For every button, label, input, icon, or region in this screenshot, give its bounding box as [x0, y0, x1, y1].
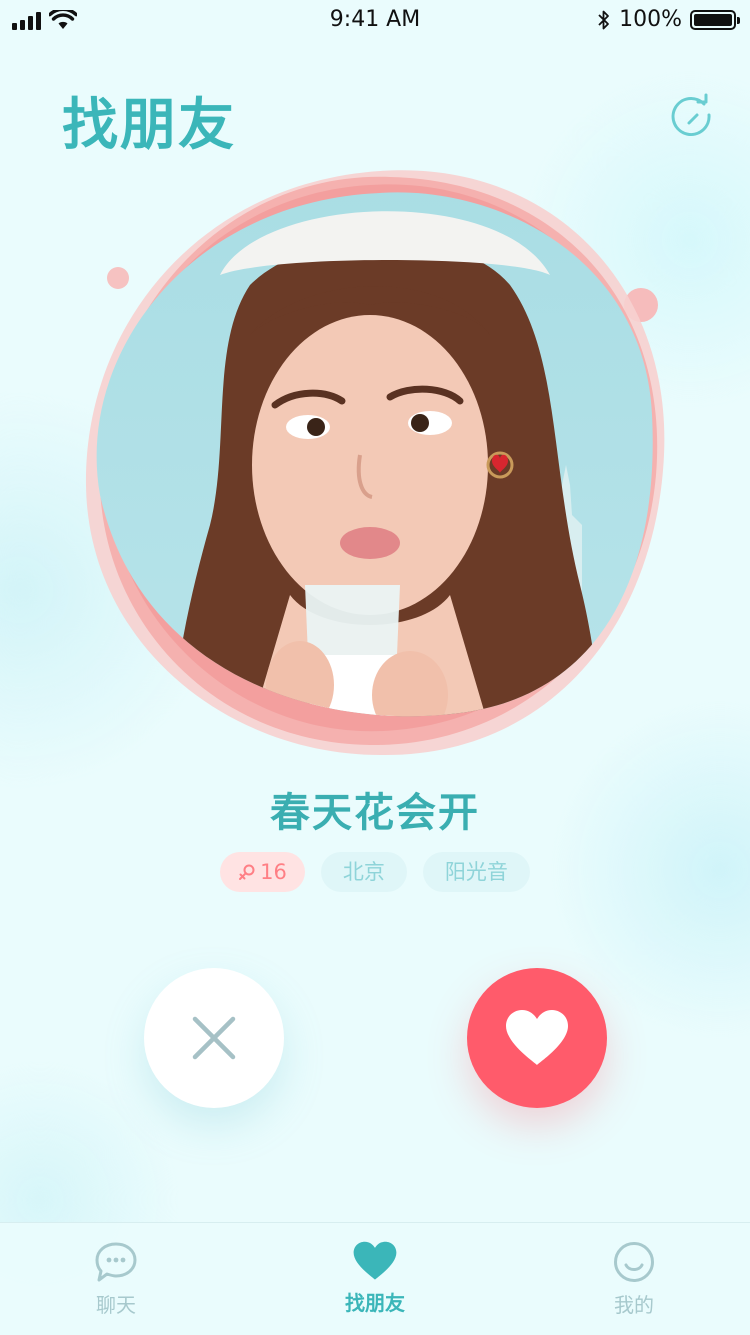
tab-bar: 聊天 找朋友 我的: [0, 1222, 750, 1335]
like-button[interactable]: [467, 968, 607, 1108]
profile-name: 春天花会开: [270, 790, 480, 836]
tab-find-friends[interactable]: 找朋友: [315, 1241, 435, 1316]
refresh-icon[interactable]: [668, 92, 714, 138]
profile-photo: [85, 170, 665, 756]
tab-me[interactable]: 我的: [574, 1241, 694, 1318]
tab-label-me: 我的: [614, 1293, 654, 1317]
age-tag: 16: [220, 852, 305, 892]
city-tag: 北京: [320, 852, 407, 892]
profile-photo-card[interactable]: [80, 165, 680, 765]
female-gender-icon: [239, 864, 255, 880]
smiley-face-icon: [614, 1242, 654, 1282]
battery-icon: [690, 9, 740, 30]
battery-percentage: 100%: [619, 7, 682, 32]
heart-icon: [353, 1241, 397, 1280]
status-bar: 9:41 AM 100%: [0, 0, 750, 40]
profile-tags: 16 北京 阳光音: [0, 852, 750, 892]
chat-bubble-icon: [95, 1242, 137, 1282]
age-value: 16: [260, 860, 287, 884]
heart-icon: [506, 1010, 568, 1065]
tab-label-chat: 聊天: [96, 1293, 136, 1317]
tab-chat[interactable]: 聊天: [56, 1241, 176, 1318]
tab-label-find-friends: 找朋友: [345, 1291, 405, 1315]
close-icon: [192, 1016, 236, 1060]
trait-tag: 阳光音: [422, 852, 530, 892]
bluetooth-icon: [598, 10, 609, 29]
dislike-button[interactable]: [144, 968, 284, 1108]
status-right: 100%: [597, 7, 740, 32]
page-title: 找朋友: [62, 93, 236, 158]
